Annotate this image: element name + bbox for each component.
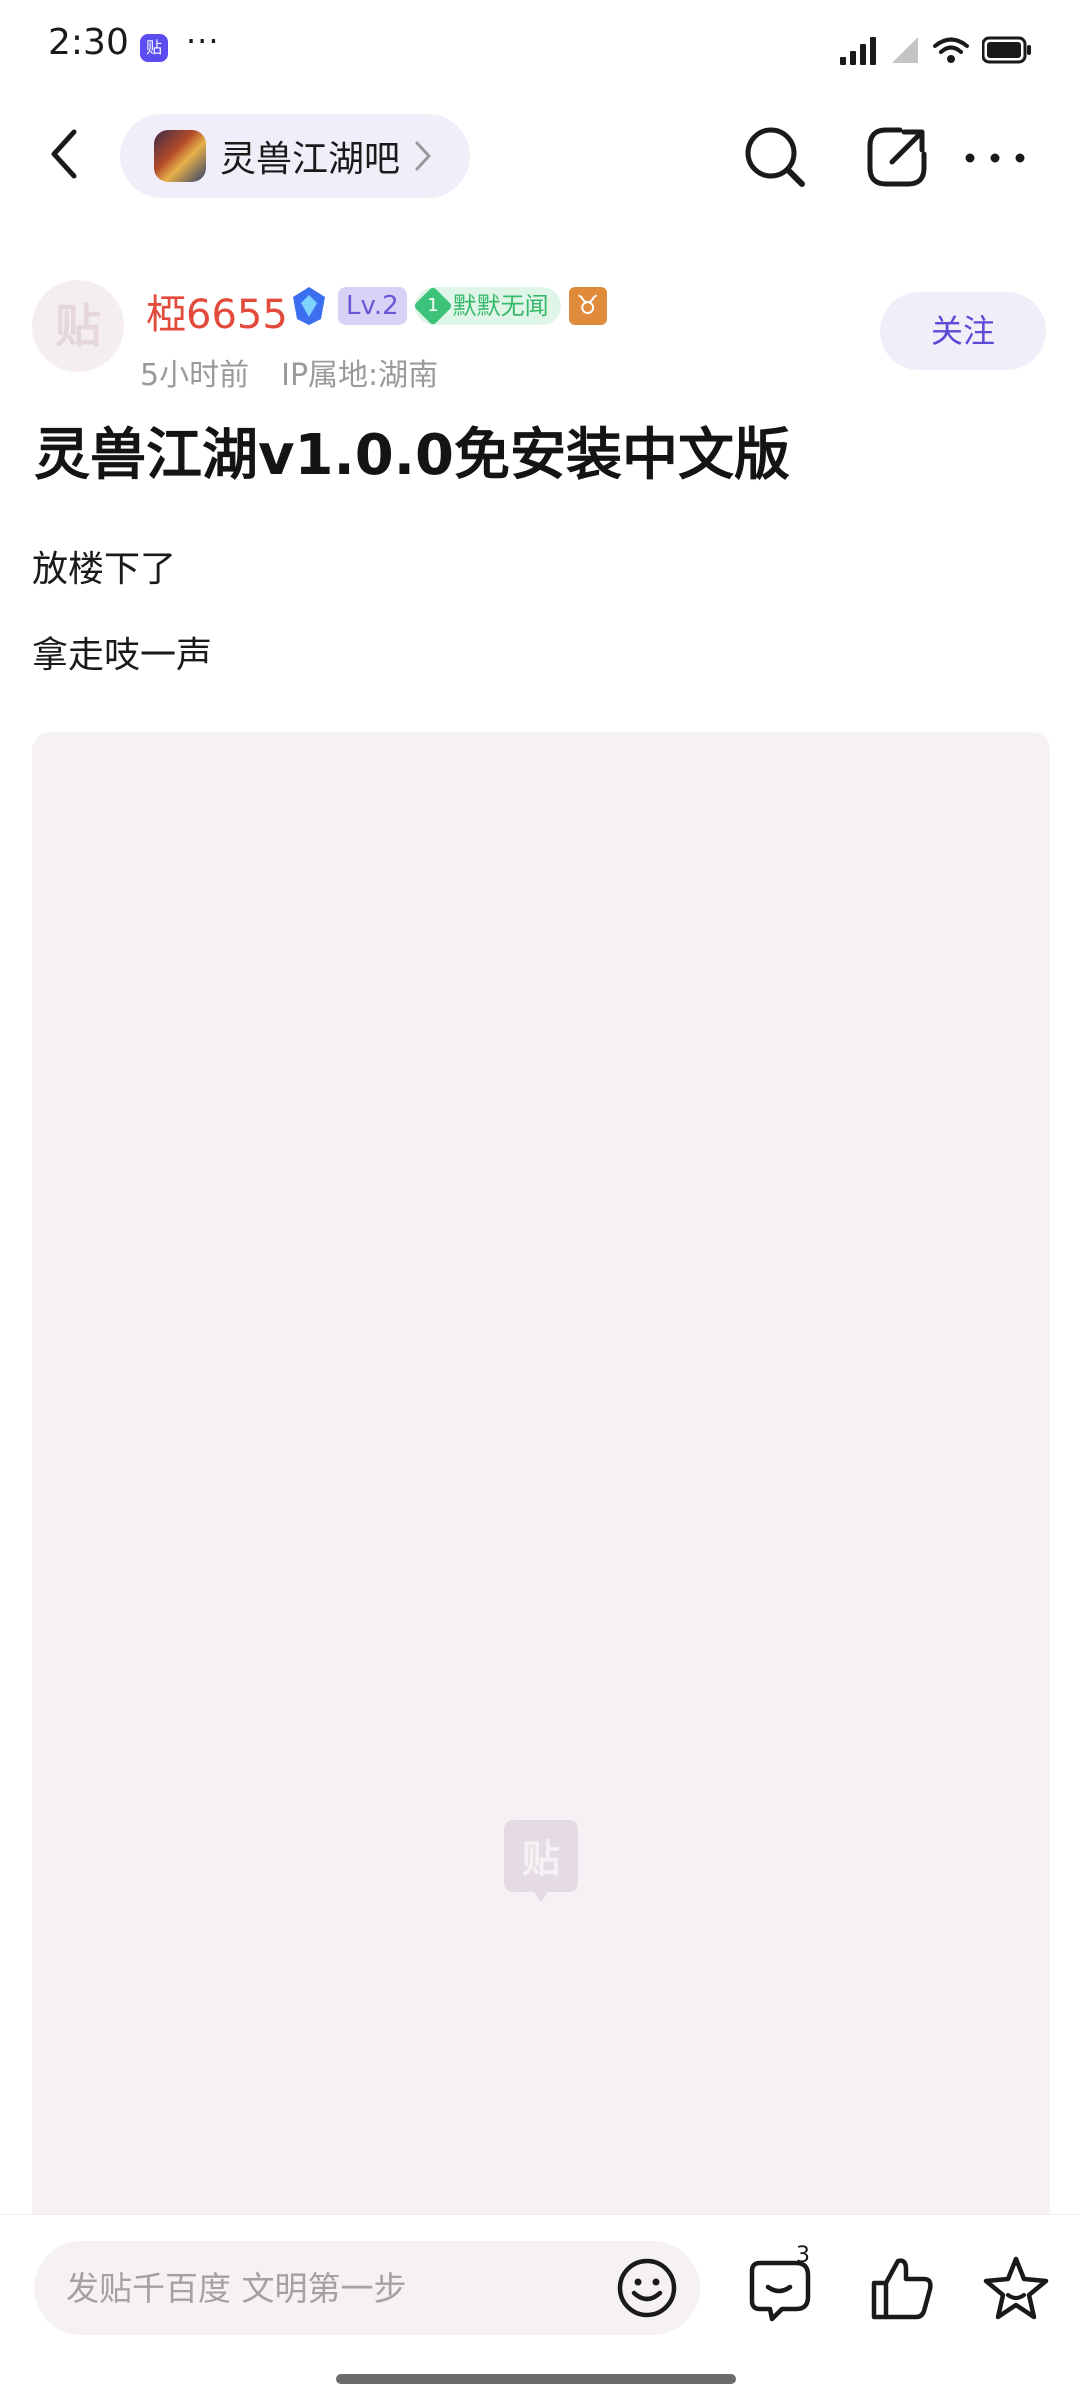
post-title: 灵兽江湖v1.0.0免安装中文版 [34,423,790,488]
svg-text:贴: 贴 [522,1837,560,1881]
author-avatar[interactable]: 贴 [32,280,124,372]
search-icon[interactable] [740,122,810,192]
post-meta: 5小时前 IP属地:湖南 [140,350,438,394]
status-time: 2:30 [48,22,129,63]
zodiac-taurus-icon: ♉ [568,287,607,325]
status-icons [840,30,1032,70]
crown-badge-icon [293,287,325,325]
tieba-notification-icon: 贴 [140,34,168,62]
fan-title: 默默无闻 [452,292,549,320]
forum-name: 灵兽江湖吧 [220,139,401,180]
image-placeholder-icon: 贴 [504,1820,578,1902]
battery-icon [982,36,1031,64]
post-time: 5小时前 [140,358,250,393]
emoji-icon[interactable] [616,2257,678,2319]
gem-icon: 1 [412,286,453,326]
wifi-icon [933,37,969,63]
fan-level: 1 [426,295,439,316]
signal-icon [840,37,876,65]
bottom-bar: 3 [0,2214,1080,2401]
share-icon[interactable] [862,122,932,192]
author-badges: Lv.2 1 默默无闻 ♉ [288,284,607,328]
home-indicator[interactable] [336,2374,736,2384]
forum-avatar [154,130,206,182]
more-notifications-icon: ··· [186,22,220,60]
post-line: 放楼下了 [32,549,177,590]
level-badge: Lv.2 [338,287,407,325]
thumbs-up-icon[interactable] [866,2253,938,2325]
follow-button[interactable]: 关注 [880,292,1046,370]
post-image[interactable]: 贴 [32,732,1050,2232]
ip-location: IP属地:湖南 [281,358,439,393]
chevron-right-icon [415,141,431,171]
author-name[interactable]: 椏6655 [146,282,288,340]
comment-count: 3 [796,2243,810,2268]
more-options-icon[interactable] [960,128,1030,188]
nav-bar: 灵兽江湖吧 [0,100,1080,210]
reply-input[interactable] [34,2241,700,2335]
status-bar: 2:30 贴 ··· [0,0,1080,96]
forum-link[interactable]: 灵兽江湖吧 [120,114,470,198]
star-favorite-icon[interactable] [980,2253,1052,2325]
signal-secondary-icon [892,37,918,63]
back-icon[interactable] [40,124,90,184]
post-line: 拿走吱一声 [32,635,213,676]
fan-badge: 1 默默无闻 [412,286,561,326]
